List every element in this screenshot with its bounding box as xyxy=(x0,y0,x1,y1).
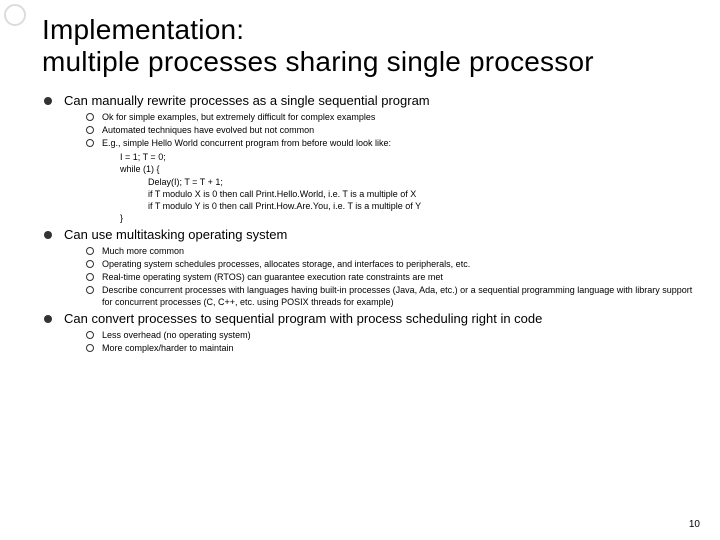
title-line-1: Implementation:multiple processes sharin… xyxy=(42,14,594,77)
decorative-circle xyxy=(4,4,26,26)
sub-list: Less overhead (no operating system) More… xyxy=(64,329,700,354)
slide-title: Implementation:multiple processes sharin… xyxy=(42,14,700,78)
bullet-text: Can use multitasking operating system xyxy=(64,226,700,244)
sub-item: E.g., simple Hello World concurrent prog… xyxy=(86,137,700,149)
code-block: I = 1; T = 0; while (1) { Delay(I); T = … xyxy=(64,151,700,224)
sub-item: Ok for simple examples, but extremely di… xyxy=(86,111,700,123)
bullet-text: Can convert processes to sequential prog… xyxy=(64,310,700,328)
sub-item: Operating system schedules processes, al… xyxy=(86,258,700,270)
bullet-list: Can manually rewrite processes as a sing… xyxy=(42,92,700,354)
code-line: while (1) { xyxy=(92,163,700,175)
bullet-item: Can convert processes to sequential prog… xyxy=(42,310,700,354)
code-line: if T modulo X is 0 then call Print.Hello… xyxy=(92,188,700,200)
code-line: if T modulo Y is 0 then call Print.How.A… xyxy=(92,200,700,212)
code-line: I = 1; T = 0; xyxy=(92,151,700,163)
sub-list: Ok for simple examples, but extremely di… xyxy=(64,111,700,149)
code-line: Delay(I); T = T + 1; xyxy=(92,176,700,188)
bullet-item: Can use multitasking operating system Mu… xyxy=(42,226,700,308)
sub-item: Describe concurrent processes with langu… xyxy=(86,284,700,308)
sub-item: Automated techniques have evolved but no… xyxy=(86,124,700,136)
code-line: } xyxy=(92,212,700,224)
bullet-text: Can manually rewrite processes as a sing… xyxy=(64,92,700,110)
sub-item: More complex/harder to maintain xyxy=(86,342,700,354)
sub-list: Much more common Operating system schedu… xyxy=(64,245,700,309)
sub-item: Less overhead (no operating system) xyxy=(86,329,700,341)
sub-item: Much more common xyxy=(86,245,700,257)
slide: Implementation:multiple processes sharin… xyxy=(0,0,720,540)
sub-item: Real-time operating system (RTOS) can gu… xyxy=(86,271,700,283)
page-number: 10 xyxy=(689,519,700,530)
bullet-item: Can manually rewrite processes as a sing… xyxy=(42,92,700,224)
